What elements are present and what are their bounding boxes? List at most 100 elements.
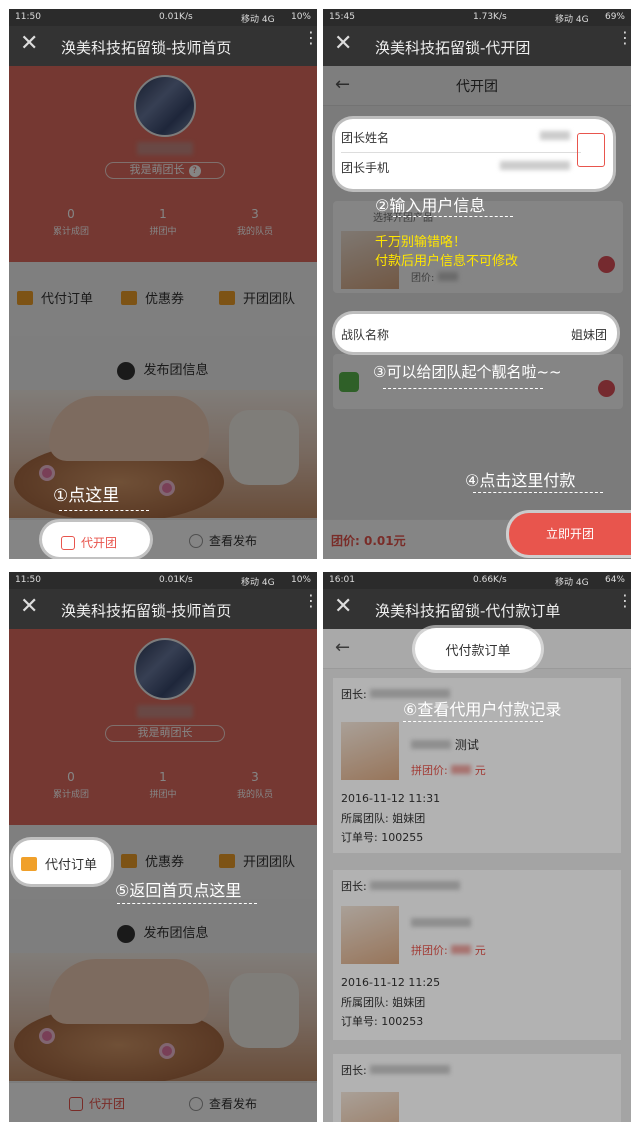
close-icon[interactable]: ✕ [20,31,38,56]
more-icon[interactable]: ⋮ [617,593,631,609]
status-bar: 11:50 0.01K/s 移动 4G 10% [9,572,317,589]
bottom-tabbar: 代开团 查看发布 [9,1082,317,1122]
group-icon [61,535,75,550]
team-value: 姐妹团 [392,996,426,1009]
towel-shape [229,410,299,485]
back-arrow-icon[interactable]: ← [335,637,350,658]
stat-members: 3 我的队员 [215,207,295,237]
status-carrier: 移动 4G [241,15,275,25]
team-label: 所属团队: [341,996,389,1009]
status-bar: 16:01 0.66K/s 移动 4G 64% [323,572,631,589]
close-icon[interactable]: ✕ [334,31,352,56]
avatar [134,75,196,137]
order-number: 订单号: 100253 [341,1013,423,1029]
order-label: 订单号: [341,831,378,844]
group-price: 拼团价: 元 [411,762,486,778]
menu-label: 代付订单 [45,858,98,873]
menu-label: 代付订单 [41,292,94,307]
status-battery: 64% [604,575,625,585]
status-carrier: 移动 4G [241,578,275,588]
group-icon [69,1096,83,1111]
stat-value: 0 [67,207,75,221]
leader-name-value[interactable] [540,131,570,140]
wallet-icon [21,856,37,871]
leader-phone-label: 团长手机 [341,161,390,175]
tab-view[interactable]: 查看发布 [189,532,257,549]
status-carrier: 移动 4G [555,578,589,588]
hint-underline [403,720,543,722]
leader-name-label: 团长姓名 [341,131,390,145]
app-bar: ✕ 涣美科技拓留锁-代开团 ⋮ [323,26,631,66]
product-thumb [341,1092,399,1122]
leader-phone-value[interactable] [500,161,570,170]
check-icon[interactable] [598,256,615,273]
sub-title: 代开团 [456,79,498,95]
check-icon[interactable] [598,380,615,397]
hint-step1: ①点这里 [53,486,120,506]
stat-value: 3 [251,770,259,784]
help-icon[interactable]: ? [188,165,201,177]
stat-ongoing: 1 拼团中 [123,207,203,237]
product-name: 测试 [411,736,479,753]
status-net: 1.73K/s [473,12,507,22]
hint-step3: ③可以给团队起个靓名啦~~ [373,363,562,381]
team-name-bubble: 战队名称 姐妹团 [335,314,617,352]
tab-label: 代开团 [81,536,118,550]
status-time: 16:01 [329,575,355,585]
contact-card-icon[interactable] [577,133,605,167]
leader-label: 团长: [341,688,367,701]
menu-coupons[interactable]: 优惠券 [121,288,184,307]
more-icon[interactable]: ⋮ [303,593,317,609]
menu-teams[interactable]: 开团团队 [219,851,295,870]
menu-teams[interactable]: 开团团队 [219,288,295,307]
order-number: 订单号: 100255 [341,829,423,845]
product-thumb [341,722,399,780]
coupon-icon [121,853,137,868]
status-net: 0.01K/s [159,12,193,22]
team-name-value[interactable]: 姐妹团 [571,326,607,343]
team-name-label: 战队名称 [341,328,390,342]
tab-group-highlight[interactable]: 代开团 [61,534,117,551]
leader-label: 团长: [341,880,367,893]
stat-label: 我的队员 [236,790,273,800]
status-battery: 69% [604,12,625,22]
order-card[interactable]: 团长: 拼团价: 元 2016-11-12 11:25 所属团队: 姐妹团 订单… [333,870,621,1040]
close-icon[interactable]: ✕ [20,594,38,619]
tab-view[interactable]: 查看发布 [189,1095,257,1112]
blurred-value [411,740,451,749]
close-icon[interactable]: ✕ [334,594,352,619]
wallet-icon [17,290,33,305]
stat-total: 0 累计成团 [31,770,111,800]
eye-icon [189,533,203,548]
price-unit: 元 [474,764,486,777]
publish-label: 发布团信息 [143,363,209,378]
total-value: 0.01元 [364,534,406,548]
blurred-value [370,1065,451,1074]
divider [341,152,581,153]
publish-link[interactable]: 发布团信息 [9,359,317,380]
order-card[interactable]: 团长: [333,1054,621,1122]
stat-label: 累计成团 [52,790,89,800]
submit-group-button[interactable]: 立即开团 [509,513,631,555]
user-name-blurred [137,705,193,718]
foot-shape [49,959,209,1024]
team-value: 姐妹团 [392,812,426,825]
stat-label: 拼团中 [149,227,177,237]
menu-label: 优惠券 [145,855,185,870]
page-title: 涣美科技拓留锁-技师首页 [61,39,232,57]
page-title: 涣美科技拓留锁-技师首页 [61,602,232,620]
status-battery: 10% [290,575,311,585]
tab-group[interactable]: 代开团 [69,1095,125,1112]
eye-icon [189,1096,203,1111]
home-menu: 代付订单 优惠券 开团团队 [9,262,317,336]
warning-2: 付款后用户信息不可修改 [375,254,519,269]
total-price: 团价: 0.01元 [331,532,406,549]
role-badge: 我是萌团长? [105,162,225,179]
menu-pay-orders[interactable]: 代付订单 [17,288,93,307]
menu-coupons[interactable]: 优惠券 [121,851,184,870]
more-icon[interactable]: ⋮ [617,30,631,46]
stat-label: 我的队员 [236,227,273,237]
more-icon[interactable]: ⋮ [303,30,317,46]
publish-link[interactable]: 发布团信息 [9,922,317,943]
menu-pay-orders[interactable]: 代付订单 [21,854,97,873]
